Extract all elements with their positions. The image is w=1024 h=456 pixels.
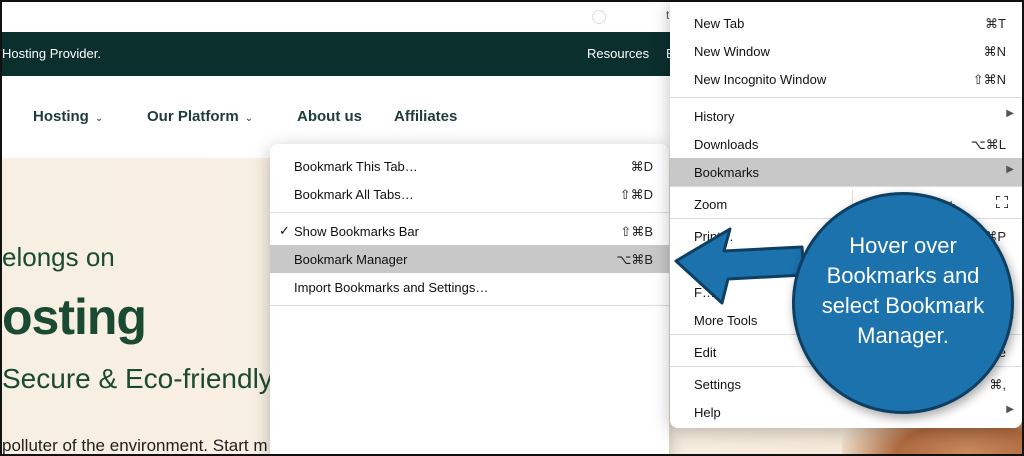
chevron-down-icon: ⌄ (244, 113, 254, 124)
pointer-arrow-icon (674, 227, 806, 305)
menu-item-new-incognito-window[interactable]: New Incognito Window ⇧⌘N (670, 65, 1022, 93)
menu-item-label: Zoom (694, 197, 728, 212)
menu-item-label: History (694, 109, 735, 124)
menu-item-label: Bookmarks (694, 165, 760, 180)
menu-item-shortcut: ⌥⌘L (970, 137, 1006, 152)
hero-line-2: Secure & Eco-friendly (2, 363, 273, 394)
menu-item-shortcut: ⌘N (983, 44, 1006, 59)
callout-text: Hover over Bookmarks and select Bookmark… (821, 233, 985, 348)
nav-hosting[interactable]: Hosting ⌄ (33, 108, 103, 125)
menu-item-bookmark-all-tabs[interactable]: Bookmark All Tabs… ⇧⌘D (270, 180, 669, 208)
menu-item-shortcut: ⌘D (630, 159, 653, 174)
menu-item-label: Import Bookmarks and Settings… (294, 280, 489, 295)
menu-item-shortcut: ⌘, (989, 377, 1006, 392)
chevron-right-icon: ▶ (1006, 164, 1014, 175)
chevron-right-icon: ▶ (1006, 404, 1014, 415)
menu-item-bookmark-manager[interactable]: Bookmark Manager ⌥⌘B (270, 245, 669, 273)
menu-item-label: Downloads (694, 137, 759, 152)
menu-item-shortcut: ⇧⌘D (619, 187, 653, 202)
nav-about-us[interactable]: About us (297, 108, 362, 125)
menu-item-label: Show Bookmarks Bar (294, 224, 419, 239)
menu-item-show-bookmarks-bar[interactable]: ✓ Show Bookmarks Bar ⇧⌘B (270, 217, 669, 245)
menu-item-shortcut: ⌘T (985, 16, 1006, 31)
loading-indicator-icon (592, 10, 606, 24)
menu-separator (670, 97, 1022, 98)
menu-item-bookmarks[interactable]: Bookmarks ▶ (670, 158, 1022, 186)
menu-item-label: New Window (694, 44, 770, 59)
menu-item-new-tab[interactable]: New Tab ⌘T (670, 9, 1022, 37)
hero-paragraph: polluter of the environment. Start m (2, 436, 268, 455)
banner-resources-link[interactable]: Resources (587, 46, 649, 61)
instruction-callout: Hover over Bookmarks and select Bookmark… (792, 192, 1014, 414)
bookmarks-submenu: Bookmark This Tab… ⌘D Bookmark All Tabs…… (270, 144, 669, 454)
hero-headline: osting (2, 289, 147, 345)
menu-item-label: Edit (694, 345, 717, 360)
menu-separator (270, 305, 669, 306)
nav-hosting-label: Hosting (33, 108, 89, 125)
menu-item-history[interactable]: History ▶ (670, 102, 1022, 130)
nav-affiliates[interactable]: Affiliates (394, 108, 457, 125)
checkmark-icon: ✓ (279, 223, 290, 238)
screenshot-frame: t Hosting Provider. Resources E Hosting⌄… (0, 0, 1024, 456)
nav-our-platform[interactable]: Our Platform ⌄ (147, 108, 253, 125)
menu-separator (670, 186, 1022, 187)
menu-item-new-window[interactable]: New Window ⌘N (670, 37, 1022, 65)
menu-item-shortcut: ⇧⌘N (972, 72, 1006, 87)
menu-item-bookmark-this-tab[interactable]: Bookmark This Tab… ⌘D (270, 152, 669, 180)
menu-item-label: New Tab (694, 16, 745, 31)
menu-item-label: Bookmark This Tab… (294, 159, 418, 174)
menu-item-label: New Incognito Window (694, 72, 827, 87)
chevron-right-icon: ▶ (1006, 108, 1014, 119)
menu-item-label: Bookmark All Tabs… (294, 187, 414, 202)
menu-separator (270, 212, 669, 213)
fullscreen-icon[interactable] (996, 196, 1008, 208)
menu-item-shortcut: ⇧⌘B (620, 224, 653, 239)
menu-item-label: Settings (694, 377, 741, 392)
banner-text: Hosting Provider. (2, 46, 101, 61)
chevron-down-icon: ⌄ (94, 113, 104, 124)
nav-our-platform-label: Our Platform (147, 108, 239, 125)
top-partial-text: t (666, 8, 670, 22)
menu-item-downloads[interactable]: Downloads ⌥⌘L (670, 130, 1022, 158)
menu-item-label: Help (694, 405, 721, 420)
menu-item-label: Bookmark Manager (294, 252, 408, 267)
hero-line-1: elongs on (2, 242, 115, 272)
menu-item-import-bookmarks[interactable]: Import Bookmarks and Settings… (270, 273, 669, 301)
menu-item-help[interactable]: Help ▶ (670, 398, 1022, 426)
menu-item-shortcut: ⌥⌘B (616, 252, 653, 267)
